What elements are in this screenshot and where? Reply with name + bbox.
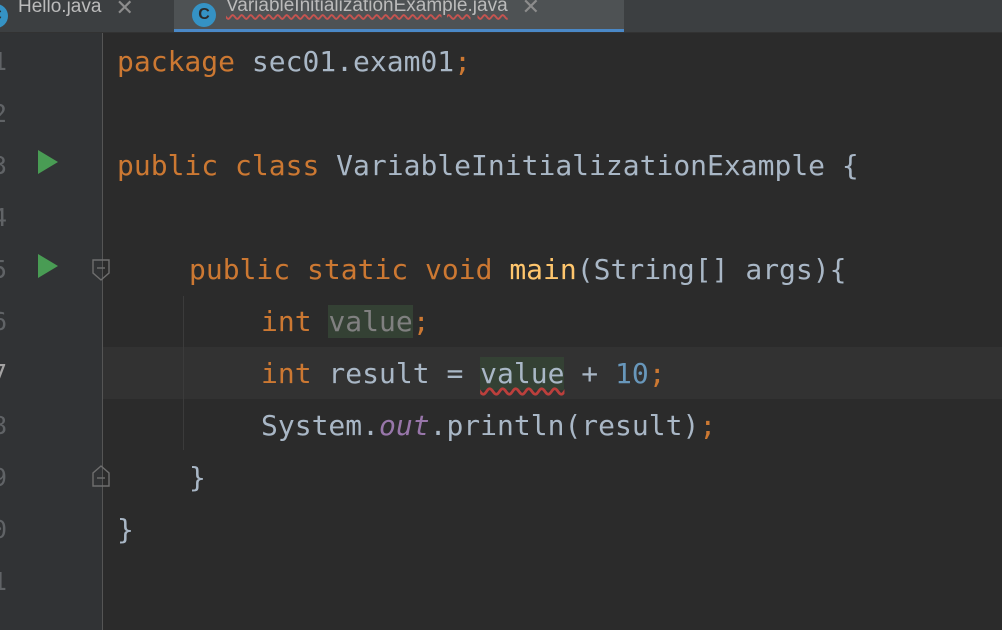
java-class-icon: C (192, 2, 216, 27)
keyword: package (117, 45, 236, 78)
tab-variable-initialization-example[interactable]: C VariableInitializationExample.java ✕ (174, 0, 624, 32)
line-number: 9 (0, 452, 22, 504)
tab-label: Hello.java (18, 0, 102, 17)
code-text: .println(result) (429, 409, 700, 442)
code-line-8: System.out.println(result); (261, 400, 716, 452)
semicolon: ; (699, 409, 717, 442)
static-field: out (379, 409, 430, 442)
semicolon: ; (648, 357, 666, 390)
run-icon[interactable] (38, 254, 58, 278)
code-line-1: package sec01.exam01; (117, 36, 471, 88)
keyword: static (307, 253, 409, 286)
keyword: class (235, 149, 320, 182)
fold-collapse-icon[interactable] (92, 259, 110, 281)
code-line-6: int value; (261, 296, 430, 348)
package-name: sec01.exam01 (235, 45, 455, 78)
keyword: public (189, 253, 291, 286)
semicolon: ; (454, 45, 472, 78)
line-number: 1 (0, 36, 22, 88)
close-icon[interactable]: ✕ (522, 0, 540, 20)
code-editor[interactable] (103, 33, 1002, 630)
fold-end-icon[interactable] (92, 465, 110, 487)
editor-tab-bar: C Hello.java ✕ C VariableInitializationE… (0, 0, 1002, 33)
line-number: 8 (0, 400, 22, 452)
semicolon: ; (412, 305, 430, 338)
number-literal: 10 (615, 357, 649, 390)
code-text: result = (311, 357, 481, 390)
code-text: + (564, 357, 616, 390)
code-line-10: } (117, 504, 134, 556)
class-name: VariableInitializationExample { (319, 149, 859, 182)
line-number: 7 (0, 348, 22, 400)
keyword: int (261, 357, 312, 390)
line-number: 1 (0, 556, 22, 608)
method-params: (String[] args){ (576, 253, 847, 286)
tab-label: VariableInitializationExample.java (226, 0, 508, 16)
method-name: main (509, 253, 577, 286)
indent-guide (183, 296, 184, 450)
error-variable: value (480, 357, 565, 390)
line-number: 0 (0, 504, 22, 556)
code-line-7: int result = value + 10; (261, 348, 666, 400)
code-line-5: public static void main(String[] args){ (189, 244, 846, 296)
line-number: 4 (0, 192, 22, 244)
line-number: 5 (0, 244, 22, 296)
code-line-3: public class VariableInitializationExamp… (117, 140, 859, 192)
java-class-icon: C (0, 4, 8, 28)
variable-highlight: value (328, 305, 413, 338)
code-line-9: } (189, 452, 206, 504)
keyword: void (425, 253, 493, 286)
line-number: 6 (0, 296, 22, 348)
closing-brace: } (117, 513, 134, 546)
keyword: public (117, 149, 219, 182)
close-icon[interactable]: ✕ (115, 0, 133, 21)
tab-hello-java[interactable]: C Hello.java ✕ (0, 0, 156, 32)
keyword: int (261, 305, 312, 338)
code-text: System. (261, 409, 380, 442)
closing-brace: } (189, 461, 206, 494)
line-number: 3 (0, 140, 22, 192)
line-number: 2 (0, 88, 22, 140)
run-icon[interactable] (38, 150, 58, 174)
